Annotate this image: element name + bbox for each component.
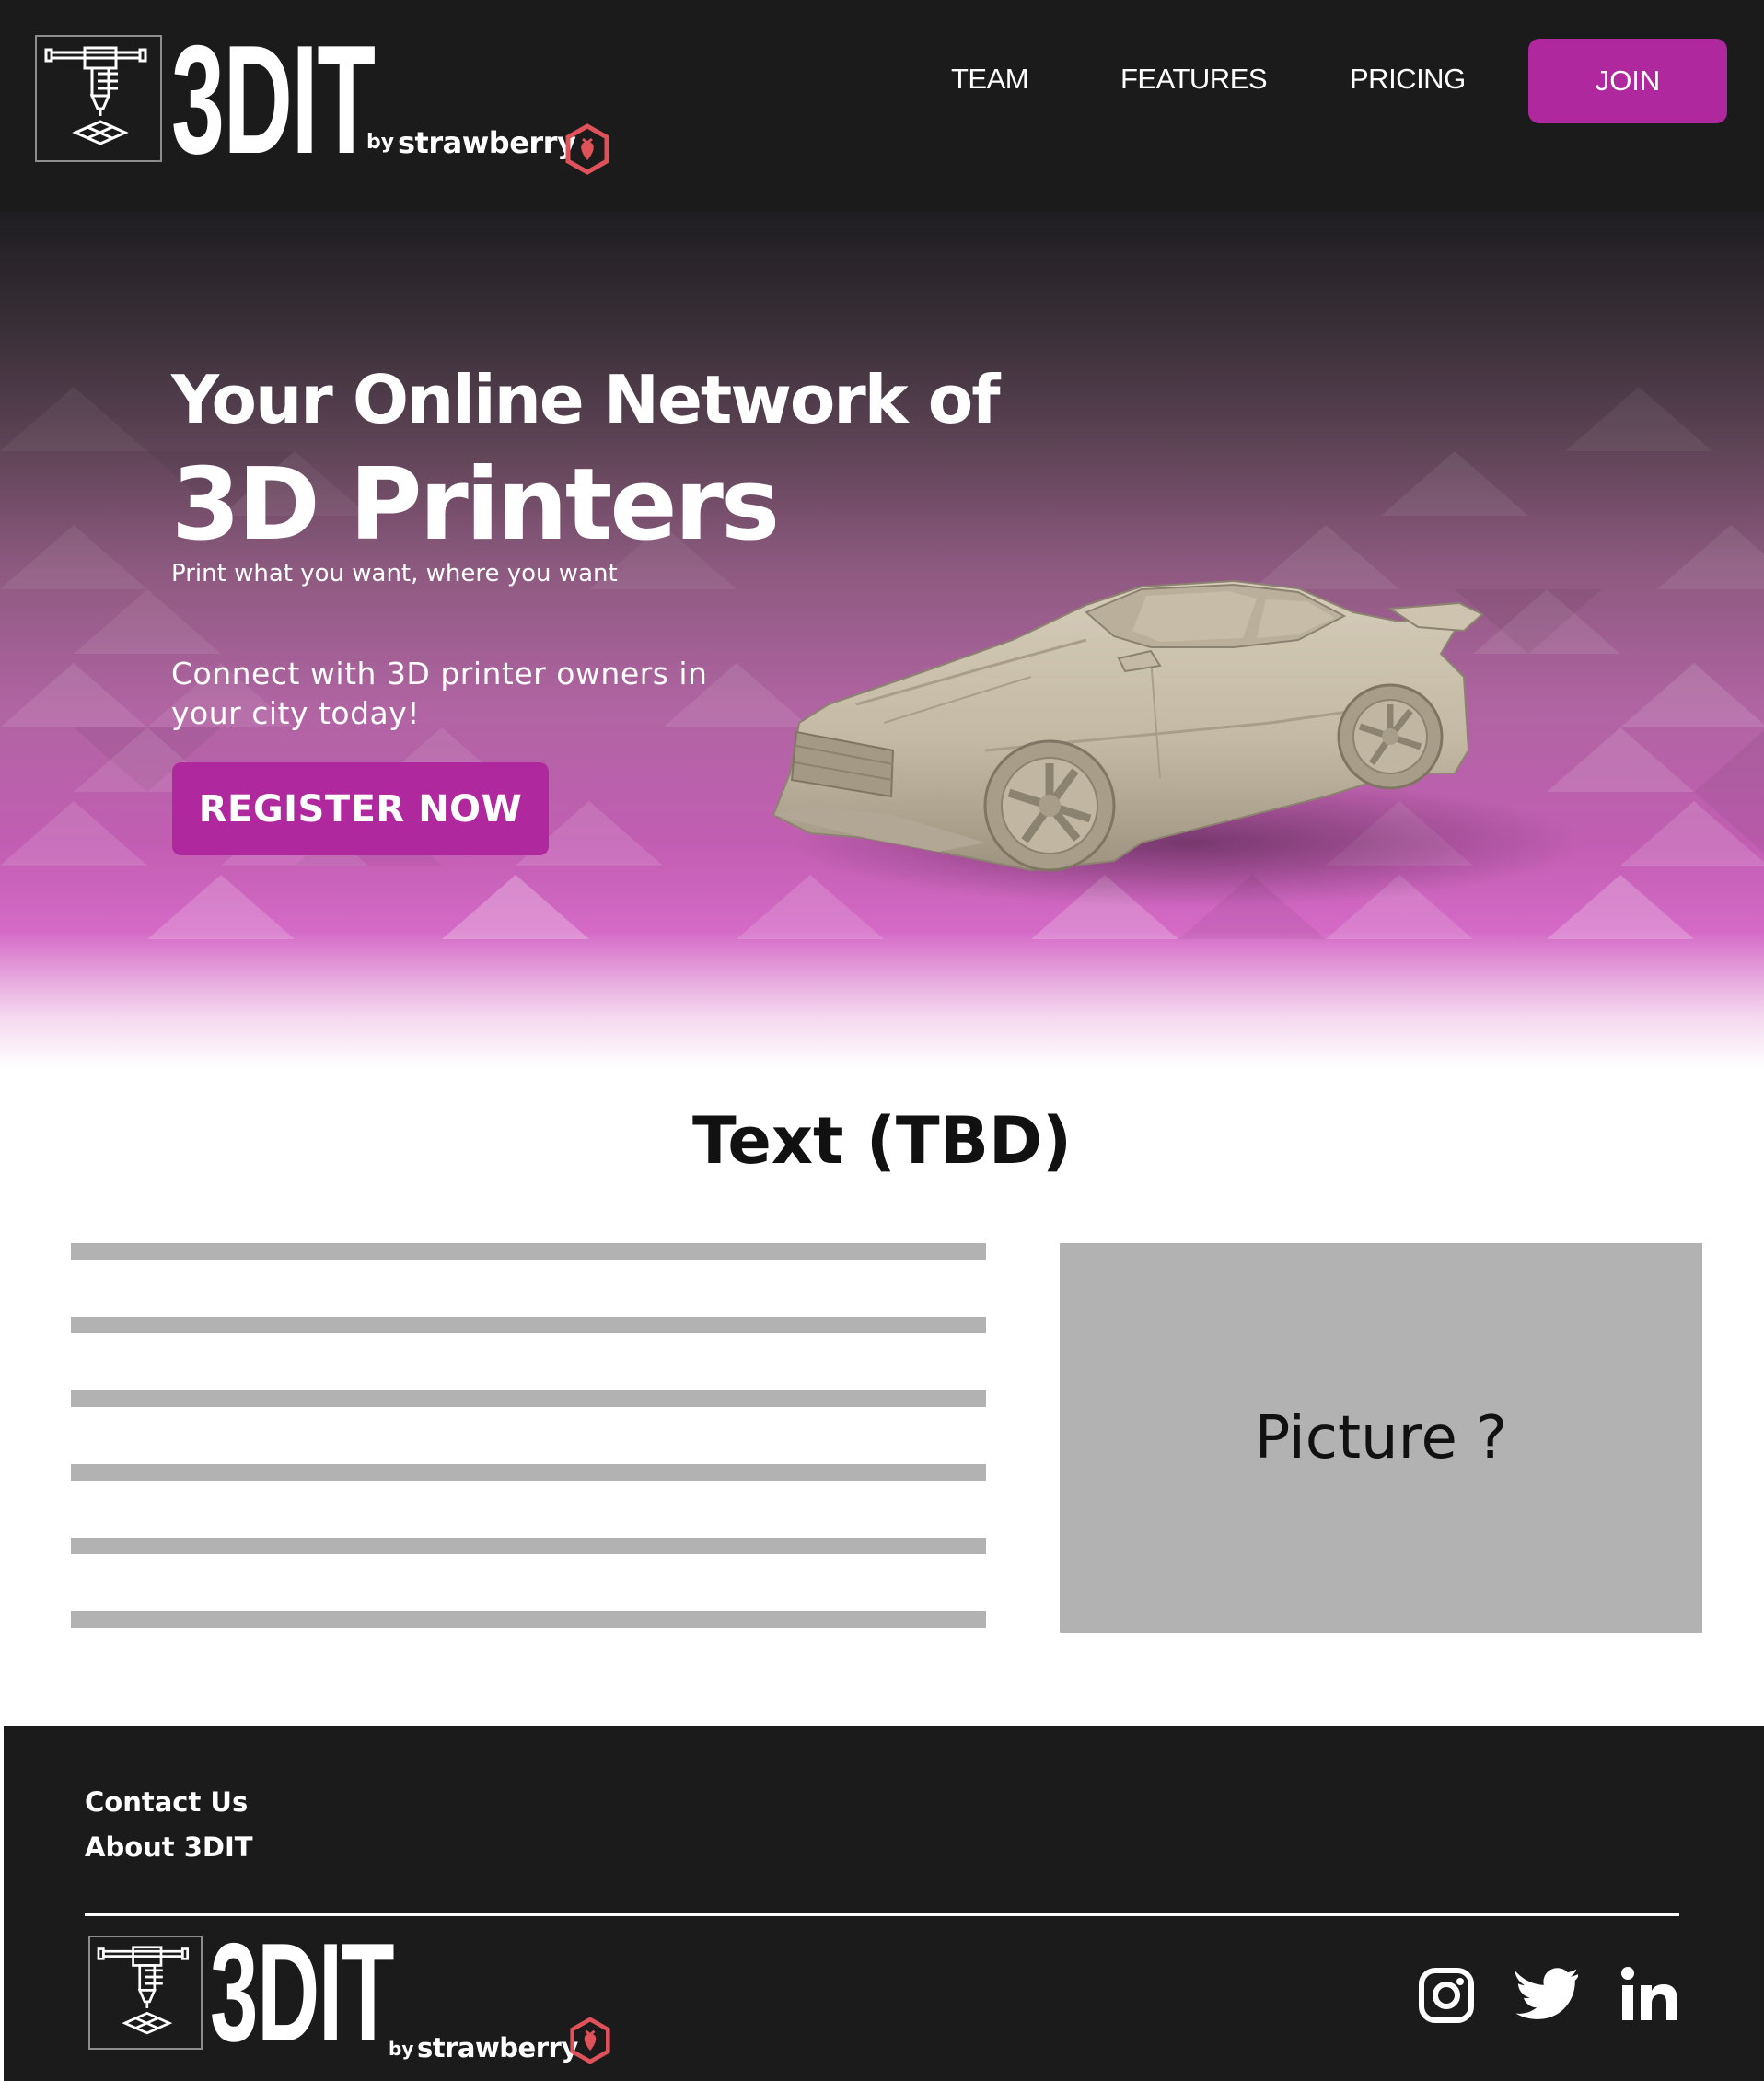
hero-subtitle: Print what you want, where you want — [171, 560, 618, 587]
linkedin-icon[interactable] — [1620, 1967, 1679, 2022]
hero-title-line2: 3D Printers — [171, 448, 780, 563]
footer-contact-link[interactable]: Contact Us — [85, 1786, 248, 1818]
picture-placeholder: Picture ? — [1060, 1243, 1702, 1633]
nav-pricing-link[interactable]: PRICING — [1350, 63, 1466, 96]
text-placeholder-line — [71, 1611, 986, 1628]
section-title: Text (TBD) — [691, 1103, 1073, 1179]
text-placeholder-line — [71, 1464, 986, 1481]
join-button[interactable]: JOIN — [1528, 39, 1727, 123]
footer-strawberry-hex-icon — [570, 2017, 610, 2064]
nav-team-link[interactable]: TEAM — [951, 63, 1029, 96]
picture-placeholder-label: Picture ? — [1254, 1403, 1508, 1472]
hero-title-line1: Your Online Network of — [171, 361, 1001, 438]
3d-printed-car-image — [772, 579, 1584, 907]
text-placeholder-line — [71, 1390, 986, 1407]
text-placeholder-line — [71, 1538, 986, 1554]
nav-features-link[interactable]: FEATURES — [1120, 63, 1268, 96]
footer-brand-company-label: strawberry — [417, 2032, 578, 2064]
footer-about-link[interactable]: About 3DIT — [85, 1831, 253, 1863]
brand-wordmark[interactable]: 3DIT — [171, 22, 376, 177]
hero-section: Your Online Network of 3D Printers Print… — [0, 212, 1764, 1068]
instagram-icon[interactable] — [1418, 1967, 1475, 2024]
brand-company-label: strawberry — [398, 125, 576, 160]
brand-by-label: by — [366, 131, 395, 154]
site-header: 3DIT by strawberry TEAM FEATURES PRICING… — [0, 0, 1764, 212]
strawberry-hex-icon — [565, 123, 609, 175]
text-placeholder-line — [71, 1317, 986, 1333]
text-placeholder-line — [71, 1243, 986, 1260]
footer-brand-wordmark[interactable]: 3DIT — [210, 1923, 395, 2063]
site-footer: Contact Us About 3DIT 3DIT by strawberry — [4, 1726, 1764, 2081]
footer-printer-logo-icon[interactable] — [88, 1936, 203, 2050]
hero-connect-text: Connect with 3D printer owners in your c… — [171, 656, 708, 731]
printer-logo-icon[interactable] — [35, 35, 162, 162]
twitter-icon[interactable] — [1515, 1967, 1578, 2020]
footer-brand-by-label: by — [389, 2038, 414, 2060]
register-now-button[interactable]: REGISTER NOW — [172, 762, 549, 855]
